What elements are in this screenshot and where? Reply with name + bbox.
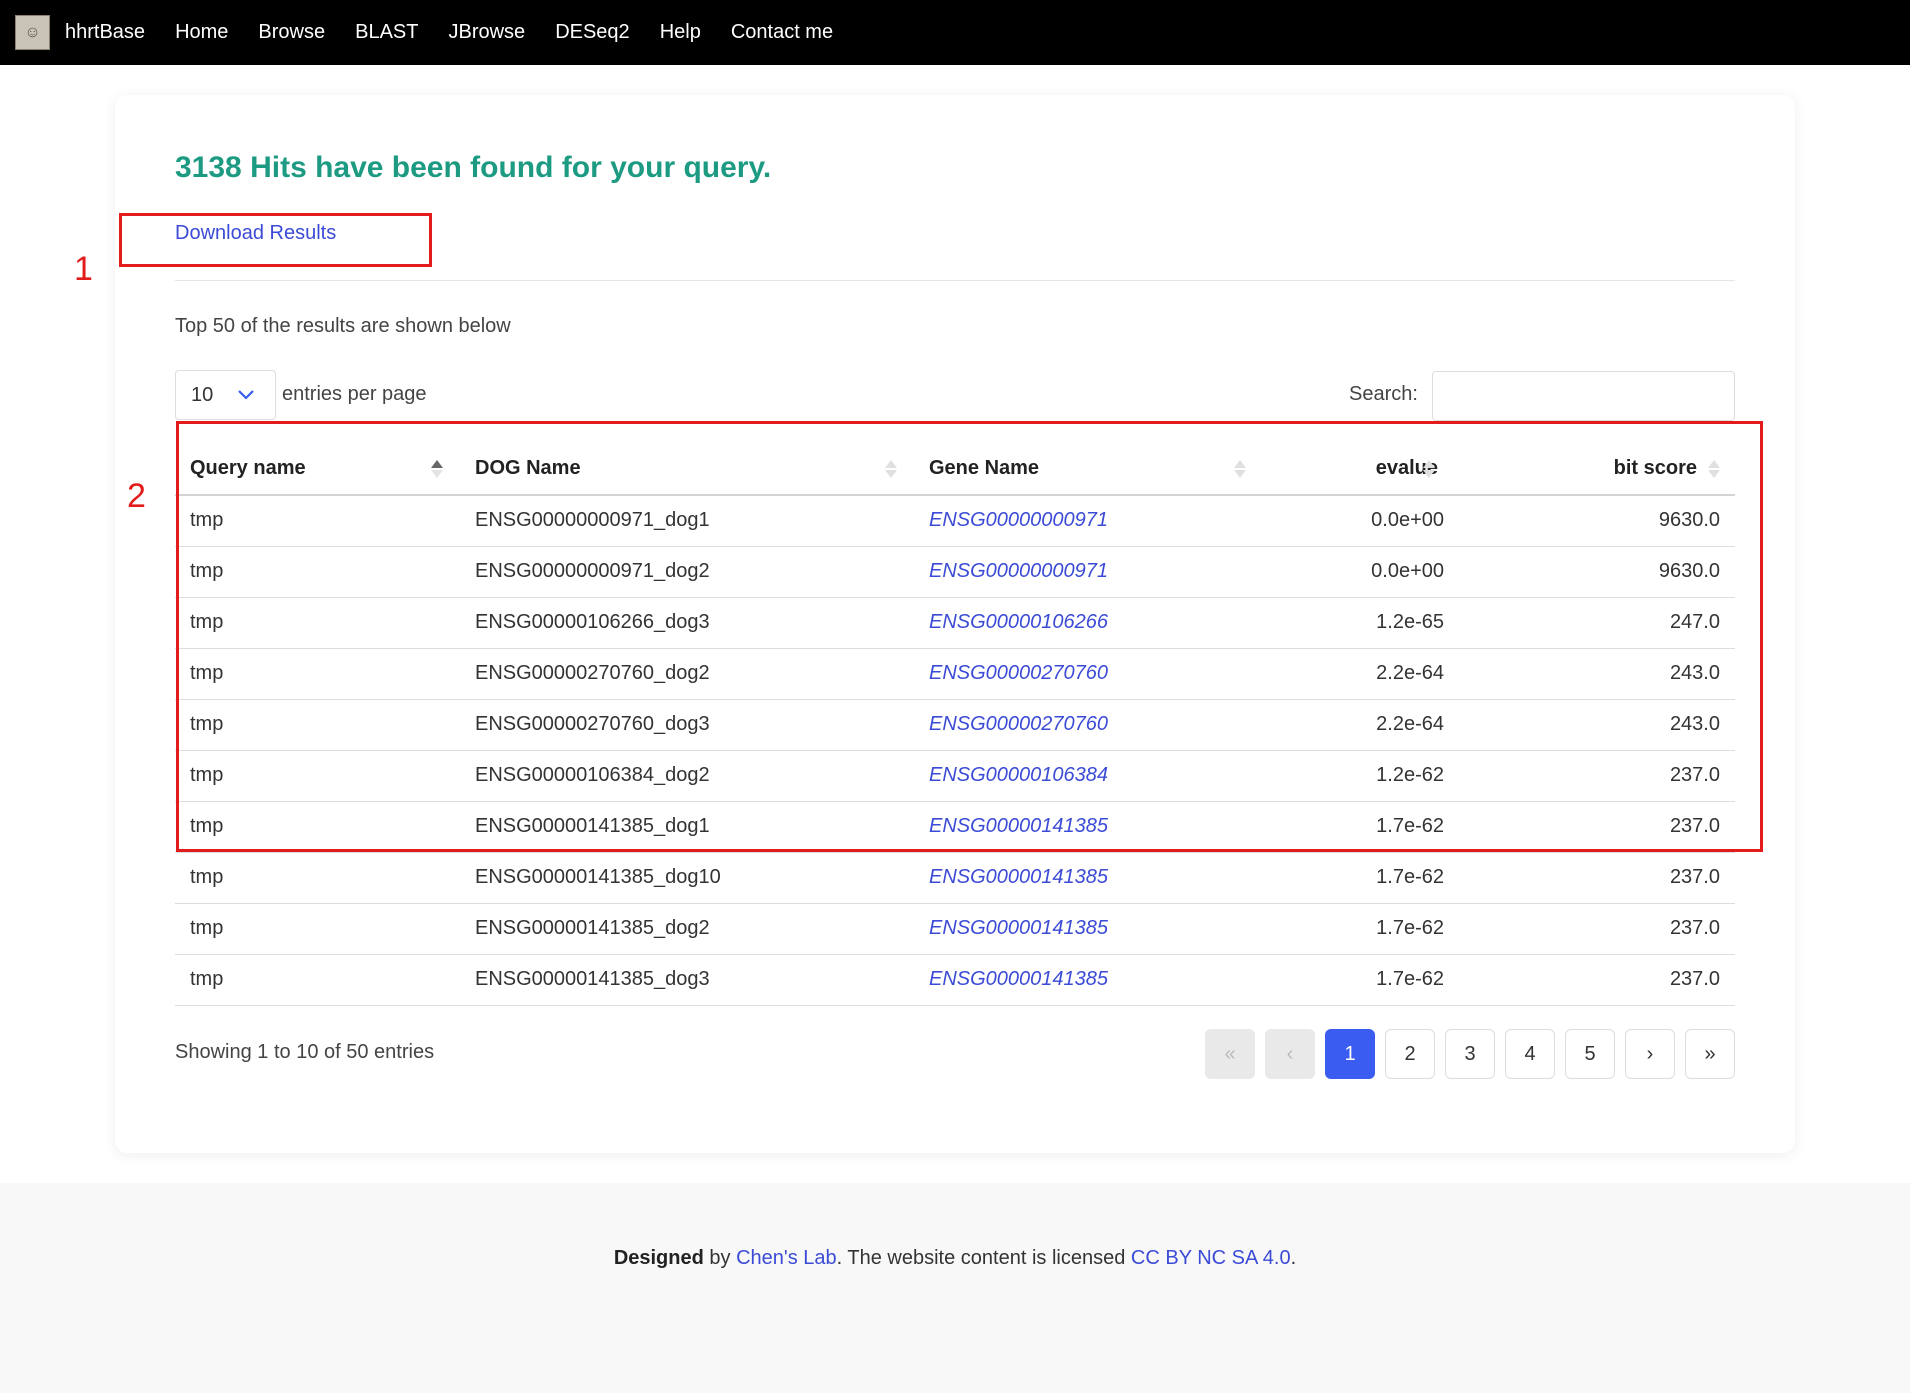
entries-per-page-select[interactable]: 10: [175, 370, 276, 420]
chevron-down-icon: [238, 390, 254, 400]
results-note: Top 50 of the results are shown below: [175, 315, 511, 337]
nav-home[interactable]: Home: [175, 21, 228, 44]
navbar: ☺ hhrtBase Home Browse BLAST JBrowse DES…: [0, 0, 1910, 65]
cell-query-name: tmp: [175, 852, 460, 904]
gene-link[interactable]: ENSG00000141385: [929, 866, 1108, 888]
cell-evalue: 1.7e-62: [1329, 903, 1476, 955]
cell-query-name: tmp: [175, 954, 460, 1006]
footer: [0, 1183, 1910, 1393]
table-row: tmp ENSG00000141385_dog2 ENSG00000141385 1.…: [175, 903, 1735, 955]
table-row: tmp ENSG00000141385_dog10 ENSG00000141385 1…: [175, 852, 1735, 904]
page-first-button[interactable]: «: [1205, 1029, 1255, 1079]
page-1-button[interactable]: 1: [1325, 1029, 1375, 1079]
page-prev-button[interactable]: ‹: [1265, 1029, 1315, 1079]
nav-deseq2[interactable]: DESeq2: [555, 21, 630, 44]
footer-middle: . The website content is licensed: [836, 1247, 1131, 1269]
nav-help[interactable]: Help: [660, 21, 701, 44]
footer-designed: Designed: [613, 1247, 704, 1269]
cell-bit-score: 237.0: [1476, 903, 1735, 955]
gene-link[interactable]: ENSG00000141385: [929, 968, 1108, 990]
cell-bit-score: 237.0: [1476, 852, 1735, 904]
footer-by: by: [703, 1247, 737, 1269]
footer-text: Designed by Chen's Lab. The website cont…: [0, 1247, 1910, 1270]
cell-gene-name: ENSG00000141385: [914, 954, 1329, 1006]
entries-per-page-value: 10: [191, 383, 214, 406]
search-input[interactable]: [1432, 371, 1735, 421]
page-2-button[interactable]: 2: [1385, 1029, 1435, 1079]
table-row: tmp ENSG00000141385_dog3 ENSG00000141385 1.…: [175, 954, 1735, 1006]
page-5-button[interactable]: 5: [1565, 1029, 1615, 1079]
annotation-box-2: [176, 421, 1763, 852]
nav-browse[interactable]: Browse: [258, 21, 325, 44]
cell-query-name: tmp: [175, 903, 460, 955]
footer-end: .: [1290, 1247, 1297, 1269]
cell-dog-name: ENSG00000141385_dog10: [460, 852, 914, 904]
cell-dog-name: ENSG00000141385_dog3: [460, 954, 914, 1006]
annotation-box-1: [119, 213, 432, 267]
search-label: Search:: [1349, 383, 1418, 405]
cell-bit-score: 237.0: [1476, 954, 1735, 1006]
site-logo-icon: ☺: [15, 15, 50, 50]
brand-name[interactable]: hhrtBase: [65, 21, 145, 44]
brand[interactable]: ☺ hhrtBase: [15, 15, 145, 50]
divider: [175, 280, 1735, 281]
cell-gene-name: ENSG00000141385: [914, 852, 1329, 904]
table-info: Showing 1 to 10 of 50 entries: [175, 1041, 435, 1063]
pagination: « ‹ 1 2 3 4 5 › »: [1205, 1029, 1745, 1079]
nav-blast[interactable]: BLAST: [355, 21, 418, 44]
footer-license-link[interactable]: CC BY NC SA 4.0: [1131, 1247, 1291, 1269]
page-last-button[interactable]: »: [1685, 1029, 1735, 1079]
cell-evalue: 1.7e-62: [1329, 954, 1476, 1006]
nav-contact[interactable]: Contact me: [731, 21, 833, 44]
page-next-button[interactable]: ›: [1625, 1029, 1675, 1079]
cell-gene-name: ENSG00000141385: [914, 903, 1329, 955]
cell-dog-name: ENSG00000141385_dog2: [460, 903, 914, 955]
cell-evalue: 1.7e-62: [1329, 852, 1476, 904]
entries-per-page-label: entries per page: [282, 383, 427, 405]
page-3-button[interactable]: 3: [1445, 1029, 1495, 1079]
gene-link[interactable]: ENSG00000141385: [929, 917, 1108, 939]
page-title: 3138 Hits have been found for your query…: [175, 151, 772, 184]
page-4-button[interactable]: 4: [1505, 1029, 1555, 1079]
footer-lab-link[interactable]: Chen's Lab: [736, 1247, 837, 1269]
annotation-label-1: 1: [74, 250, 93, 288]
annotation-label-2: 2: [127, 477, 146, 515]
nav-jbrowse[interactable]: JBrowse: [448, 21, 525, 44]
